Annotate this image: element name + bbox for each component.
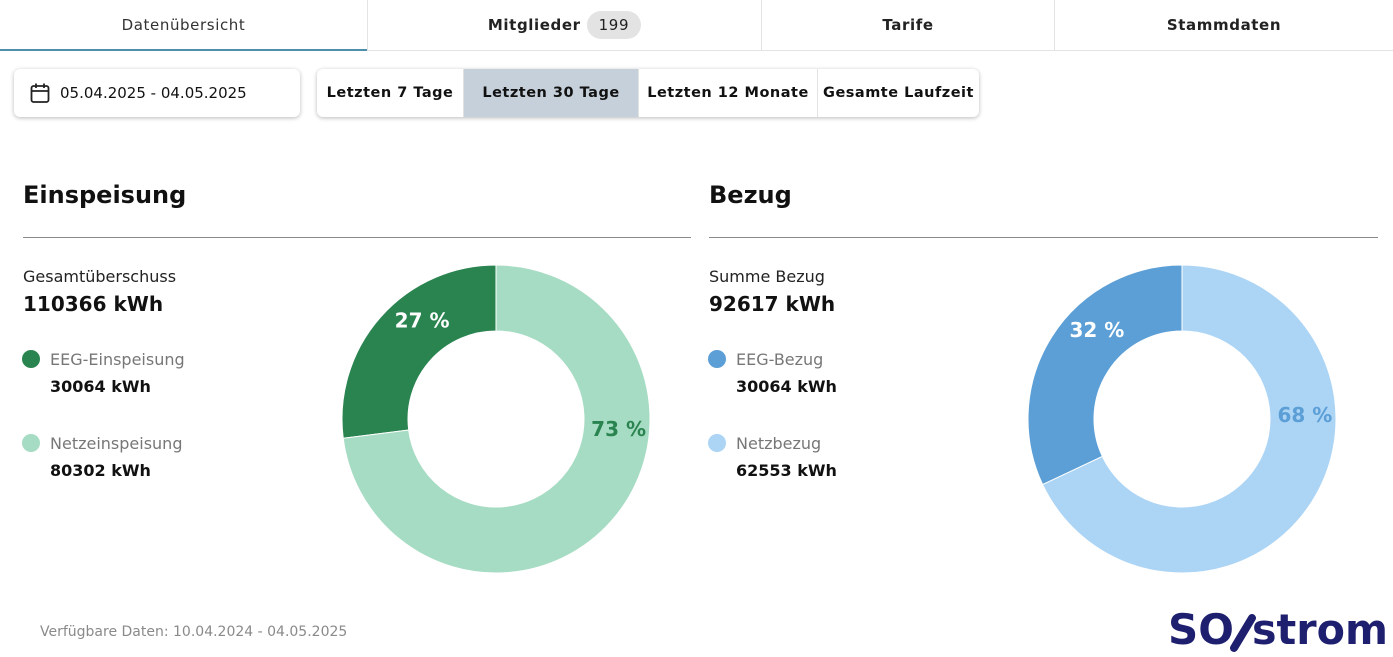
legend-dot-netzbezug — [708, 434, 726, 452]
range-7-days-button[interactable]: Letzten 7 Tage — [317, 69, 464, 117]
tab-label: Tarife — [882, 16, 934, 34]
tab-label: Mitglieder — [487, 16, 581, 34]
legend-name-netzbezug: Netzbezug — [736, 434, 822, 453]
member-count-badge: 199 — [586, 11, 642, 39]
einspeisung-total-label: Gesamtüberschuss — [23, 267, 177, 286]
bezug-slice-label-0: 32 % — [1069, 318, 1124, 342]
einspeisung-slice-label-1: 73 % — [591, 417, 646, 441]
einspeisung-title: Einspeisung — [23, 181, 187, 209]
date-range-value: 05.04.2025 - 04.05.2025 — [60, 84, 247, 102]
tab-stammdaten[interactable]: Stammdaten — [1055, 0, 1393, 50]
legend-value-eeg-einspeisung: 30064 kWh — [50, 377, 151, 396]
legend-value-netzeinspeisung: 80302 kWh — [50, 461, 151, 480]
tab-mitglieder[interactable]: Mitglieder 199 — [368, 0, 762, 50]
range-total-button[interactable]: Gesamte Laufzeit — [818, 69, 979, 117]
einspeisung-donut-chart: 27 % 73 % — [341, 264, 651, 574]
tab-datenuebersicht[interactable]: Datenübersicht — [0, 0, 368, 51]
legend-name-netzeinspeisung: Netzeinspeisung — [50, 434, 183, 453]
tab-label: Stammdaten — [1166, 16, 1282, 34]
svg-text:SO: SO — [1168, 605, 1234, 654]
einspeisung-divider — [23, 237, 691, 238]
bezug-total-label: Summe Bezug — [709, 267, 825, 286]
einspeisung-total-value: 110366 kWh — [23, 292, 164, 316]
legend-dot-eeg-bezug — [708, 350, 726, 368]
tab-tarife[interactable]: Tarife — [762, 0, 1055, 50]
svg-text:strom: strom — [1252, 605, 1388, 654]
legend-value-eeg-bezug: 30064 kWh — [736, 377, 837, 396]
bezug-slice-0 — [1027, 264, 1183, 486]
bezug-divider — [709, 237, 1378, 238]
calendar-icon — [30, 83, 50, 103]
available-data-range: Verfügbare Daten: 10.04.2024 - 04.05.202… — [40, 624, 348, 640]
legend-dot-eeg-einspeisung — [22, 350, 40, 368]
date-range-picker[interactable]: 05.04.2025 - 04.05.2025 — [14, 69, 300, 117]
legend-name-eeg-bezug: EEG-Bezug — [736, 350, 824, 369]
range-12-months-button[interactable]: Letzten 12 Monate — [639, 69, 818, 117]
tab-label: Datenübersicht — [121, 16, 246, 34]
bezug-slice-label-1: 68 % — [1278, 403, 1333, 427]
legend-value-netzbezug: 62553 kWh — [736, 461, 837, 480]
einspeisung-slice-0 — [341, 264, 497, 439]
legend-dot-netzeinspeisung — [22, 434, 40, 452]
solstrom-logo: SO strom — [1168, 605, 1388, 654]
main-tabs: Datenübersicht Mitglieder 199 Tarife Stam… — [0, 0, 1393, 51]
bezug-total-value: 92617 kWh — [709, 292, 836, 316]
bezug-title: Bezug — [709, 181, 792, 209]
bezug-donut-chart: 32 % 68 % — [1027, 264, 1337, 574]
einspeisung-slice-label-0: 27 % — [395, 309, 450, 333]
range-selector: Letzten 7 Tage Letzten 30 Tage Letzten 1… — [317, 69, 979, 117]
range-30-days-button[interactable]: Letzten 30 Tage — [464, 69, 639, 117]
legend-name-eeg-einspeisung: EEG-Einspeisung — [50, 350, 185, 369]
